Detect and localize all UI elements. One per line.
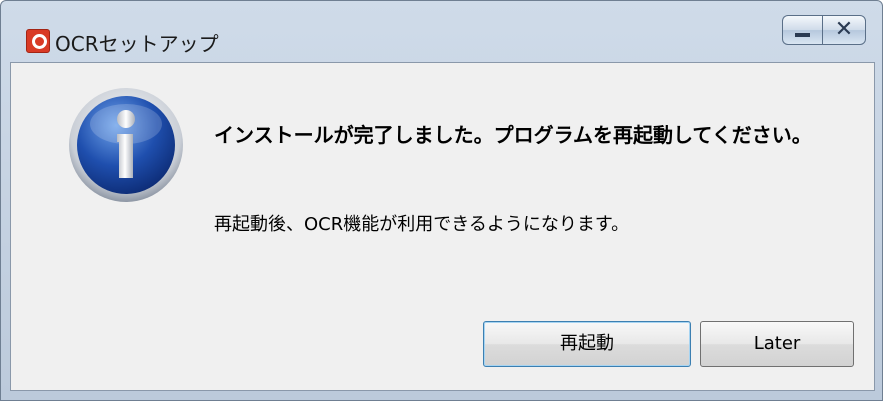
caption-buttons: ✕ [782, 15, 866, 45]
later-button[interactable]: Later [700, 321, 854, 367]
window-title: OCRセットアップ [55, 32, 219, 56]
app-logo-icon [26, 29, 50, 53]
minimize-button[interactable] [782, 15, 822, 45]
setup-dialog-window: OCRセットアップ ✕ インストールが完了しました。プログラムを再起動してくださ… [0, 0, 883, 401]
info-icon [69, 88, 183, 202]
message-main: インストールが完了しました。プログラムを再起動してください。 [214, 123, 812, 147]
message-detail: 再起動後、OCR機能が利用できるようになります。 [214, 214, 630, 235]
close-button[interactable]: ✕ [822, 15, 866, 45]
dialog-content: インストールが完了しました。プログラムを再起動してください。 再起動後、OCR機… [10, 62, 875, 391]
close-icon: ✕ [834, 17, 854, 42]
restart-button[interactable]: 再起動 [483, 321, 691, 367]
minimize-icon [795, 33, 810, 37]
title-bar[interactable]: OCRセットアップ ✕ [1, 1, 882, 61]
